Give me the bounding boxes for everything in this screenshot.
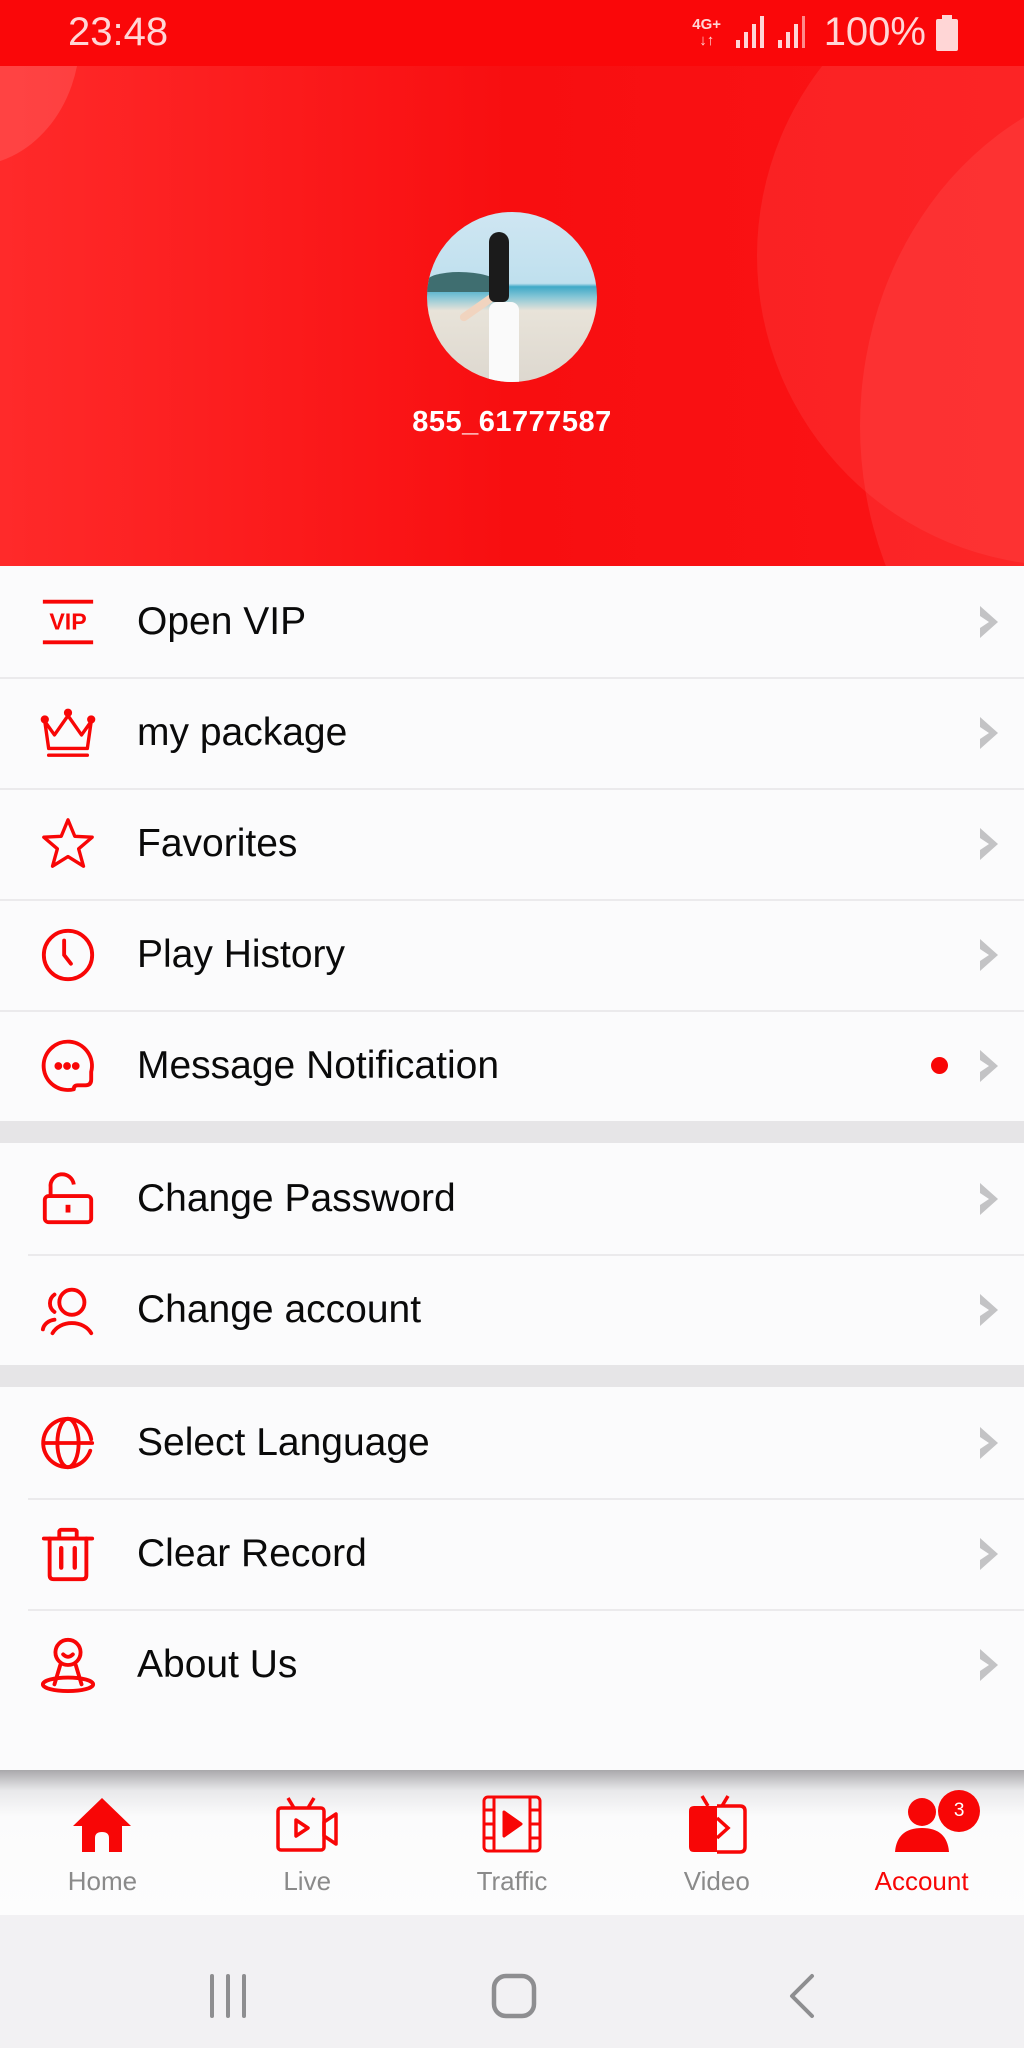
nav-label: Account: [874, 1866, 969, 1896]
menu-item-open-vip[interactable]: VIP Open VIP: [0, 566, 1024, 677]
menu-item-label: Open VIP: [137, 599, 307, 643]
signal-icon: [777, 15, 805, 48]
unlock-icon: [38, 1169, 98, 1229]
battery-icon: [936, 14, 958, 51]
nav-label: Traffic: [476, 1866, 548, 1896]
chevron-right-icon: [980, 938, 998, 971]
nav-tab-home[interactable]: Home: [0, 1770, 205, 1915]
nav-tab-live[interactable]: Live: [205, 1770, 410, 1915]
menu-card: VIP Open VIP my package Favorites Play H…: [0, 566, 1024, 1720]
menu-item-label: Favorites: [137, 821, 298, 865]
chevron-right-icon: [980, 1537, 998, 1570]
nav-tab-traffic[interactable]: Traffic: [410, 1770, 615, 1915]
menu-item-label: Change Password: [137, 1176, 456, 1220]
menu-item-clear-record[interactable]: Clear Record: [0, 1498, 1024, 1609]
status-bar: 23:48 4G+ ↓↑ 100%: [0, 0, 1024, 66]
home-button-icon[interactable]: [491, 1973, 537, 2019]
username: 855_61777587: [412, 406, 612, 438]
status-time: 23:48: [68, 10, 169, 54]
trash-icon: [38, 1524, 98, 1584]
home-icon: [73, 1798, 132, 1852]
tv-play-icon: [688, 1795, 747, 1854]
menu-item-select-language[interactable]: Select Language: [0, 1387, 1024, 1498]
menu-item-play-history[interactable]: Play History: [0, 899, 1024, 1010]
signal-icon: [735, 15, 764, 48]
avatar[interactable]: [427, 212, 597, 382]
svg-text:VIP: VIP: [49, 608, 86, 634]
menu-item-label: Select Language: [137, 1420, 430, 1464]
section-divider: [0, 1121, 1024, 1143]
menu-item-about-us[interactable]: About Us: [0, 1609, 1024, 1720]
network-type: 4G+: [692, 15, 722, 33]
menu-item-label: Message Notification: [137, 1043, 500, 1087]
menu-item-label: Change account: [137, 1287, 422, 1331]
chevron-right-icon: [980, 1648, 998, 1681]
avatar-photo-detail: [489, 232, 509, 302]
crown-icon: [38, 703, 98, 763]
star-icon: [38, 814, 98, 874]
bottom-nav: Home Live Traffic Video 3 Account: [0, 1770, 1024, 1915]
vip-icon: VIP: [38, 592, 98, 652]
menu-item-change-account[interactable]: Change account: [0, 1254, 1024, 1365]
menu-group-security: Change Password Change account: [0, 1143, 1024, 1365]
section-divider: [0, 1365, 1024, 1387]
menu-item-label: About Us: [137, 1642, 298, 1686]
nav-tab-video[interactable]: Video: [614, 1770, 819, 1915]
film-play-icon: [482, 1795, 542, 1853]
menu-item-label: Clear Record: [137, 1531, 367, 1575]
globe-icon: [38, 1413, 98, 1473]
notification-badge: 3: [938, 1790, 981, 1832]
menu-item-message-notification[interactable]: Message Notification: [0, 1010, 1024, 1121]
nav-tab-account[interactable]: 3 Account: [819, 1770, 1024, 1915]
avatar-photo-detail: [489, 302, 519, 382]
menu-group-app: Select Language Clear Record About Us: [0, 1387, 1024, 1720]
nav-label: Video: [683, 1866, 750, 1896]
data-arrows-icon: 4G+ ↓↑: [692, 15, 722, 49]
nav-label: Live: [283, 1866, 332, 1896]
menu-item-label: Play History: [137, 932, 346, 976]
battery-percent: 100%: [823, 10, 926, 54]
unread-dot: [931, 1057, 948, 1074]
menu-item-change-password[interactable]: Change Password: [0, 1143, 1024, 1254]
chevron-right-icon: [980, 1182, 998, 1215]
nav-label: Home: [67, 1866, 138, 1896]
chevron-right-icon: [980, 827, 998, 860]
clock-icon: [38, 925, 98, 985]
chevron-right-icon: [980, 1293, 998, 1326]
chevron-right-icon: [980, 1049, 998, 1082]
person-pin-icon: [38, 1635, 98, 1695]
status-indicators: 4G+ ↓↑ 100%: [690, 10, 958, 55]
system-nav-bar: [0, 1915, 1024, 2048]
users-icon: [38, 1280, 98, 1340]
tv-camera-icon: [276, 1797, 338, 1852]
chevron-right-icon: [980, 716, 998, 749]
avatar-photo-detail: [427, 272, 497, 292]
menu-item-my-package[interactable]: my package: [0, 677, 1024, 788]
decorative-circle: [0, 66, 80, 166]
menu-group-account: VIP Open VIP my package Favorites Play H…: [0, 566, 1024, 1121]
chat-bubble-icon: [38, 1036, 98, 1096]
profile-header: 855_61777587: [0, 66, 1024, 586]
recent-apps-icon[interactable]: [206, 1973, 250, 2019]
menu-item-favorites[interactable]: Favorites: [0, 788, 1024, 899]
chevron-right-icon: [980, 1426, 998, 1459]
back-icon[interactable]: [786, 1973, 816, 2019]
chevron-right-icon: [980, 605, 998, 638]
menu-item-label: my package: [137, 710, 348, 754]
